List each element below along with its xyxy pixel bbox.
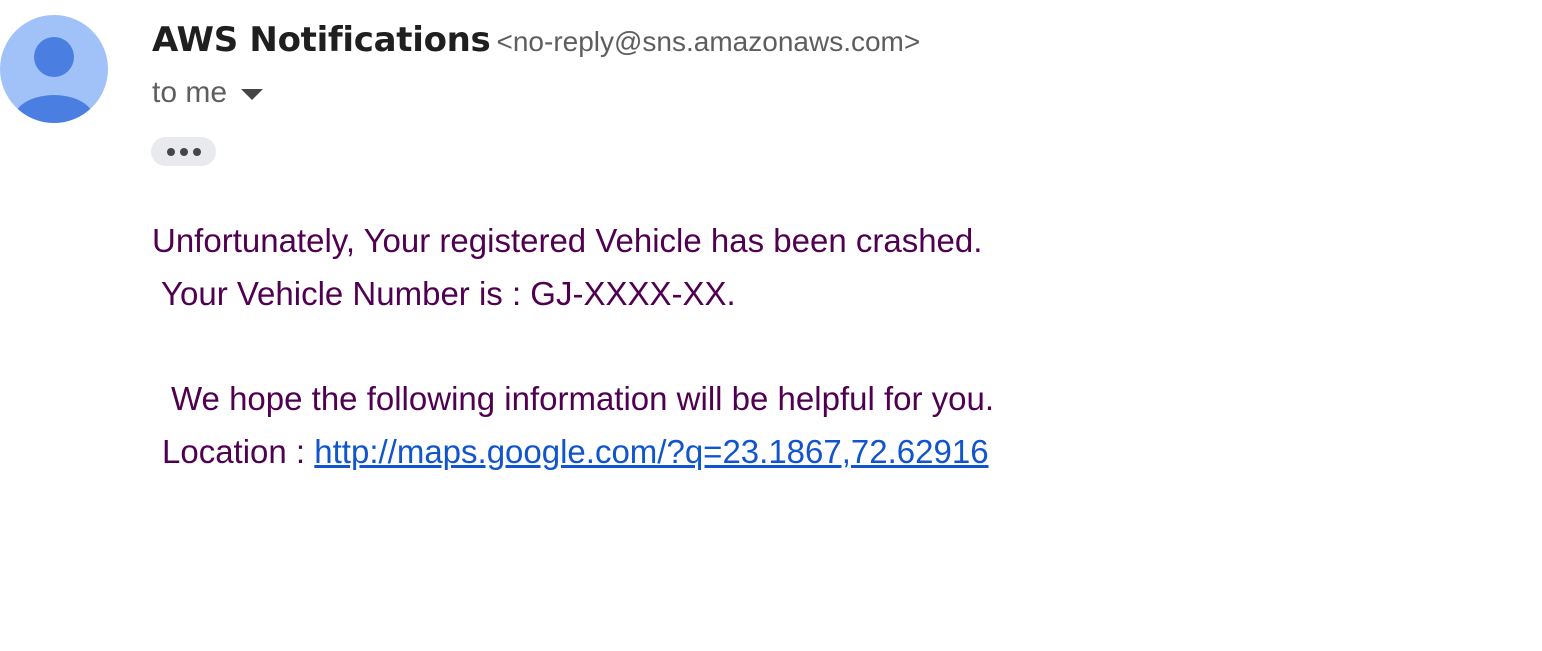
location-map-link[interactable]: http://maps.google.com/?q=23.1867,72.629… [314,433,988,470]
sender-email: <no-reply@sns.amazonaws.com> [496,26,921,57]
message-line-info: We hope the following information will b… [171,380,995,417]
sender-name[interactable]: AWS Notifications [152,20,491,60]
message-line-location: Location : http://maps.google.com/?q=23.… [162,433,989,471]
caret-down-icon [241,89,264,100]
recipient-label: to me [152,76,228,109]
ellipsis-icon [166,147,175,156]
show-trimmed-content-button[interactable] [151,137,216,166]
message-line-crash: Unfortunately, Your registered Vehicle h… [152,222,983,259]
ellipsis-icon [192,147,201,156]
person-icon [14,37,94,123]
sender-avatar[interactable] [0,15,108,123]
sender-info: AWS Notifications <no-reply@sns.amazonaws… [152,20,920,60]
message-line-vehicle-number: Your Vehicle Number is : GJ-XXXX-XX. [161,275,736,312]
recipient-details-toggle[interactable]: to me [152,76,264,110]
location-label: Location : [162,433,315,470]
ellipsis-icon [179,147,188,156]
